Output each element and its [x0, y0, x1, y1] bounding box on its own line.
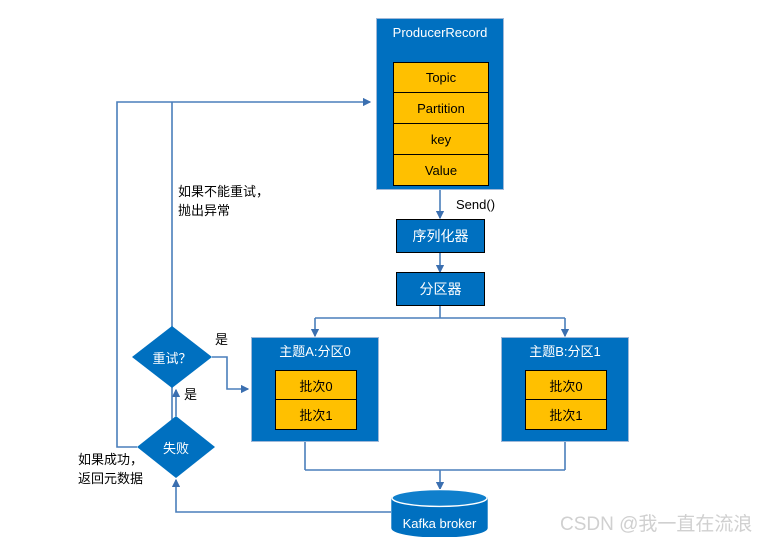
topic-a-batch-0: 批次0 — [275, 370, 357, 400]
retry-decision-diamond: 重试？ — [132, 326, 212, 388]
diagram-canvas: ProducerRecord Topic Partition key Value… — [0, 0, 771, 544]
topic-a-batches: 批次0 批次1 — [275, 370, 357, 430]
producer-record-field-partition: Partition — [393, 93, 489, 124]
edge-label-send: Send() — [456, 197, 496, 212]
topic-b-batches: 批次0 批次1 — [525, 370, 607, 430]
edge-label-retry-yes-right: 是 — [215, 332, 229, 347]
edge-label-retry-yes-bottom: 是 — [184, 387, 198, 402]
topic-a-box: 主题A:分区0 批次0 批次1 — [251, 337, 379, 442]
serializer-box: 序列化器 — [396, 219, 485, 253]
failure-decision-label: 失败 — [162, 440, 189, 456]
producer-record-box: ProducerRecord Topic Partition key Value — [376, 18, 504, 190]
producer-record-title: ProducerRecord — [392, 25, 488, 40]
producer-record-fields: Topic Partition key Value — [393, 62, 489, 186]
retry-decision-label: 重试？ — [152, 350, 192, 366]
topic-a-title: 主题A:分区0 — [279, 344, 351, 359]
producer-record-field-key: key — [393, 124, 489, 155]
annotation-return-metadata: 如果成功， 返回元数据 — [78, 452, 144, 486]
failure-decision-diamond: 失败 — [137, 416, 215, 478]
wire-broker-to-failure — [171, 478, 391, 513]
topic-b-batch-1: 批次1 — [525, 400, 607, 430]
producer-record-field-value: Value — [393, 155, 489, 186]
wire-retry-yes-to-topic-a — [212, 356, 250, 394]
topic-b-title: 主题B:分区1 — [529, 344, 601, 359]
csdn-watermark: CSDN @我一直在流浪 — [560, 514, 753, 535]
annotation-throw-exception: 如果不能重试， 抛出异常 — [178, 184, 270, 218]
topic-a-batch-1: 批次1 — [275, 400, 357, 430]
kafka-broker-cylinder: Kafka broker — [391, 489, 488, 537]
partitioner-box: 分区器 — [396, 272, 485, 306]
producer-record-field-topic: Topic — [393, 62, 489, 93]
topic-b-box: 主题B:分区1 批次0 批次1 — [501, 337, 629, 442]
kafka-broker-label: Kafka broker — [402, 515, 477, 531]
topic-b-batch-0: 批次0 — [525, 370, 607, 400]
